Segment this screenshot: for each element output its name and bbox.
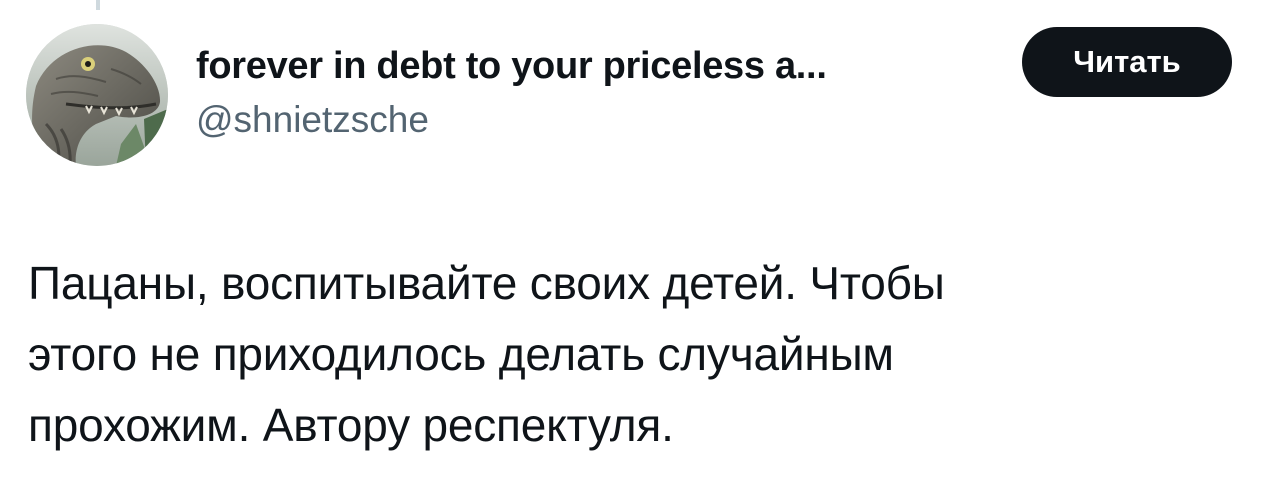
avatar[interactable]	[26, 24, 168, 166]
author-handle[interactable]: @shnietzsche	[196, 96, 996, 144]
thread-line	[96, 0, 100, 10]
velociraptor-avatar-icon	[26, 24, 168, 166]
tweet-card: forever in debt to your priceless a... @…	[0, 0, 1284, 501]
author-display-name[interactable]: forever in debt to your priceless a...	[196, 42, 986, 90]
author-info: forever in debt to your priceless a... @…	[196, 42, 996, 144]
subscribe-button[interactable]: Читать	[1022, 27, 1232, 97]
tweet-text: Пацаны, воспитывайте своих детей. Чтобы …	[28, 257, 945, 451]
